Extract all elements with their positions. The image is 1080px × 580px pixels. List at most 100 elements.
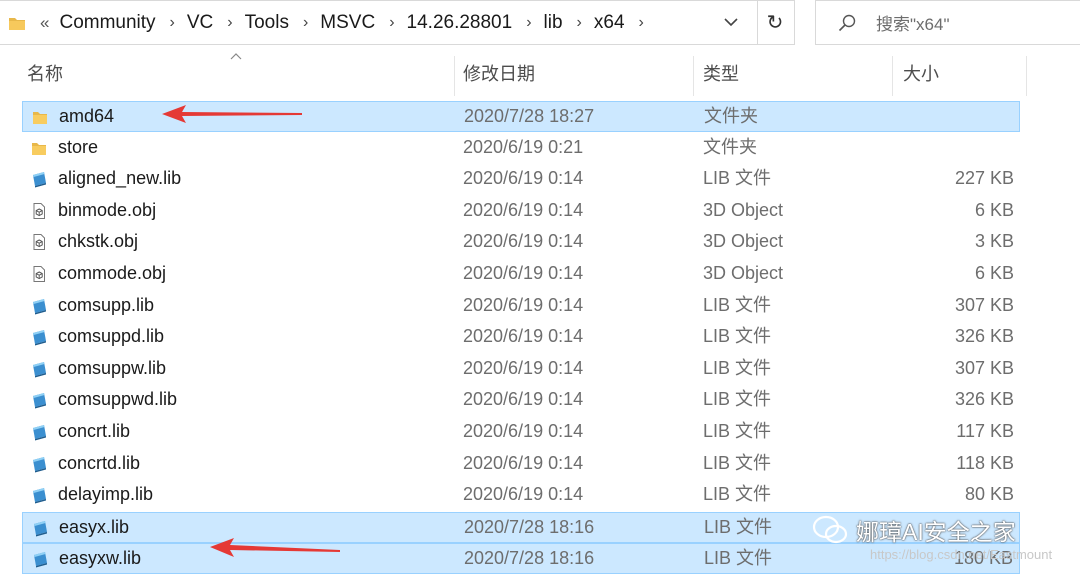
file-size: 307 KB — [954, 294, 1014, 315]
file-row[interactable]: binmode.obj 2020/6/19 0:14 3D Object 6 KB — [22, 196, 1020, 227]
file-name: amd64 — [59, 106, 115, 126]
chevron-down-icon[interactable] — [722, 13, 740, 31]
file-name: concrt.lib — [58, 421, 131, 441]
file-row[interactable]: aligned_new.lib 2020/6/19 0:14 LIB 文件 227 K… — [22, 164, 1020, 195]
file-type: 3D Object — [703, 263, 784, 283]
breadcrumb-separator-icon[interactable]: › — [303, 14, 308, 32]
column-divider[interactable] — [693, 56, 694, 96]
watermark: 娜璋AI安全之家 — [812, 513, 1016, 547]
lib-file-icon — [34, 552, 47, 568]
breadcrumb-separator-icon[interactable]: › — [170, 14, 175, 32]
file-date: 2020/6/19 0:14 — [463, 484, 584, 505]
file-name: easyx.lib — [59, 516, 130, 537]
breadcrumb-item[interactable]: MSVC › — [320, 12, 406, 34]
breadcrumb-item[interactable]: Tools › — [245, 12, 321, 34]
file-date: 2020/6/19 0:14 — [463, 263, 584, 283]
breadcrumb-label[interactable]: lib — [544, 12, 563, 34]
file-row[interactable]: delayimp.lib 2020/6/19 0:14 LIB 文件 80 KB — [22, 480, 1020, 511]
file-row[interactable]: commode.obj 2020/6/19 0:14 3D Object 6 KB — [22, 259, 1020, 290]
file-name: comsuppwd.lib — [58, 389, 178, 410]
column-header-type[interactable]: 类型 — [703, 48, 739, 98]
lib-file-icon — [33, 172, 46, 188]
column-header-size[interactable]: 大小 — [903, 48, 939, 98]
file-date: 2020/6/19 0:14 — [463, 326, 584, 347]
column-header-name[interactable]: 名称 — [27, 48, 63, 98]
file-name: binmode.obj — [58, 199, 157, 220]
divider — [757, 1, 758, 44]
breadcrumb-label[interactable]: Tools — [245, 12, 289, 34]
breadcrumb-item[interactable]: Community › — [59, 12, 186, 34]
file-date: 2020/6/19 0:14 — [463, 294, 584, 315]
breadcrumb-label[interactable]: x64 — [594, 12, 625, 34]
lib-file-icon — [33, 456, 46, 473]
file-row[interactable]: comsupp.lib 2020/6/19 0:14 LIB 文件 307 KB — [22, 291, 1020, 322]
file-type: LIB 文件 — [703, 389, 772, 410]
file-type: LIB 文件 — [703, 484, 772, 505]
file-row[interactable]: concrtd.lib 2020/6/19 0:14 LIB 文件 118 KB — [22, 449, 1020, 480]
annotation-arrow-amd64 — [162, 105, 302, 123]
lib-file-icon — [33, 330, 46, 346]
folder-icon — [32, 142, 46, 155]
breadcrumb-label[interactable]: 14.26.28801 — [407, 12, 513, 34]
file-row[interactable]: concrt.lib 2020/6/19 0:14 LIB 文件 117 KB — [22, 417, 1020, 448]
file-row[interactable]: comsuppwd.lib 2020/6/19 0:14 LIB 文件 326 KB — [22, 385, 1020, 416]
file-row[interactable]: store 2020/6/19 0:21 文件夹 — [22, 133, 1020, 164]
file-type: LIB 文件 — [703, 452, 772, 473]
column-divider[interactable] — [454, 56, 455, 96]
breadcrumb-item[interactable]: x64 › — [594, 12, 656, 34]
lib-file-icon — [33, 393, 46, 409]
overflow-chevron-icon[interactable]: « — [40, 13, 49, 33]
watermark-url: https://blog.csdn.net/Eastmount — [870, 547, 1053, 562]
breadcrumb-label[interactable]: VC — [187, 12, 213, 34]
file-size: 307 KB — [954, 357, 1014, 378]
breadcrumb-item[interactable]: VC › — [187, 12, 245, 34]
column-header-date[interactable]: 修改日期 — [463, 48, 535, 98]
lib-file-icon — [33, 488, 46, 504]
breadcrumb-label[interactable]: Community — [59, 12, 155, 34]
file-type: LIB 文件 — [703, 326, 772, 347]
file-type: 3D Object — [703, 199, 784, 220]
file-type: 文件夹 — [703, 136, 757, 157]
obj-file-icon — [33, 202, 45, 219]
breadcrumb-separator-icon[interactable]: › — [227, 14, 232, 32]
search-input[interactable]: 搜索"x64" — [876, 10, 949, 35]
file-date: 2020/6/19 0:14 — [463, 199, 584, 220]
refresh-button[interactable]: ↻ — [764, 10, 786, 34]
breadcrumb-item[interactable]: lib › — [544, 12, 594, 34]
lib-file-icon — [33, 298, 46, 315]
file-date: 2020/6/19 0:14 — [463, 357, 584, 378]
file-row[interactable]: comsuppd.lib 2020/6/19 0:14 LIB 文件 326 KB — [22, 322, 1020, 353]
column-divider[interactable] — [1026, 56, 1027, 96]
breadcrumb-separator-icon[interactable]: › — [577, 14, 582, 32]
column-header-row: 名称 修改日期 类型 大小 — [0, 48, 1080, 98]
file-date: 2020/7/28 18:16 — [464, 516, 595, 537]
file-size: 118 KB — [956, 452, 1014, 473]
file-row[interactable]: chkstk.obj 2020/6/19 0:14 3D Object 3 KB — [22, 227, 1020, 258]
address-bar[interactable]: « Community › VC › Tools › MSVC › 14.26.28801 › li… — [0, 0, 795, 45]
file-type: 3D Object — [703, 231, 784, 252]
search-box[interactable]: 搜索"x64" — [815, 0, 1080, 45]
file-type: LIB 文件 — [704, 548, 773, 569]
breadcrumb-separator-icon[interactable]: › — [389, 14, 394, 32]
file-size: 80 KB — [964, 484, 1014, 505]
file-name: easyxw.lib — [59, 548, 142, 569]
breadcrumb-separator-icon[interactable]: › — [526, 14, 531, 32]
file-row[interactable]: comsuppw.lib 2020/6/19 0:14 LIB 文件 307 KB — [22, 354, 1020, 385]
folder-icon — [33, 112, 47, 124]
file-size: 6 KB — [974, 263, 1014, 283]
column-divider[interactable] — [892, 56, 893, 96]
wechat-logo-icon — [812, 515, 848, 544]
watermark-title: 娜璋AI安全之家 — [856, 519, 1016, 545]
obj-file-icon — [33, 234, 45, 251]
breadcrumb-item[interactable]: 14.26.28801 › — [407, 12, 544, 34]
breadcrumb-separator-icon[interactable]: › — [639, 14, 644, 32]
file-size: 3 KB — [974, 231, 1014, 252]
file-type: LIB 文件 — [703, 168, 772, 189]
file-name: concrtd.lib — [58, 452, 141, 473]
file-size: 326 KB — [954, 326, 1014, 347]
file-size: 326 KB — [954, 389, 1014, 410]
lib-file-icon — [33, 425, 46, 441]
file-date: 2020/6/19 0:14 — [463, 421, 584, 441]
breadcrumb-label[interactable]: MSVC — [320, 12, 375, 34]
file-date: 2020/6/19 0:14 — [463, 452, 584, 473]
